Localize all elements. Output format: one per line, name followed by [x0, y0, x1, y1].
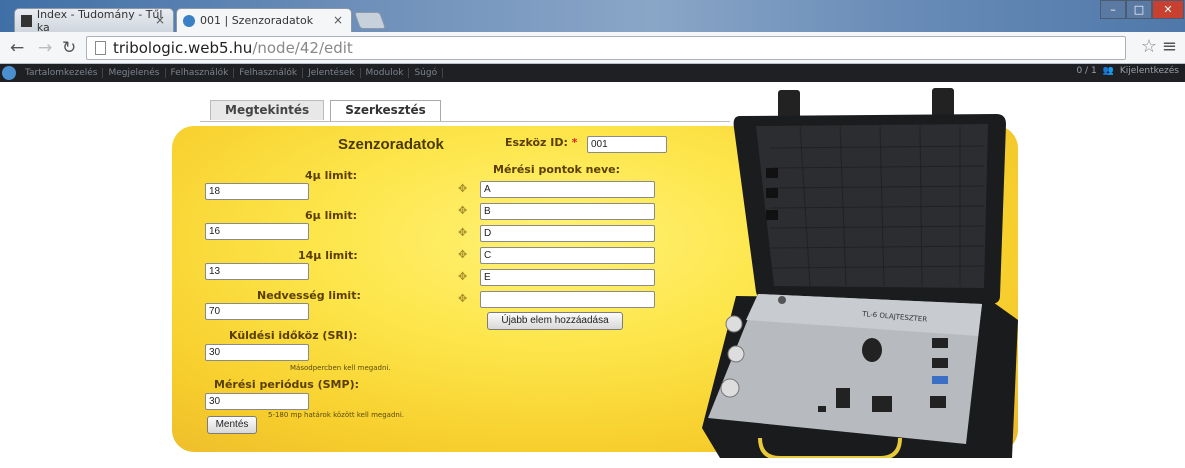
logout-link[interactable]: Kijelentkezés	[1120, 66, 1179, 76]
port	[932, 358, 948, 368]
smp-label: Mérési periódus (SMP):	[214, 378, 359, 391]
admin-menu-item[interactable]: Felhasználók	[234, 68, 304, 78]
limit-4-input[interactable]: 18	[205, 183, 309, 200]
drupal-home-icon[interactable]	[2, 66, 16, 80]
url-path: /node/42/edit	[252, 39, 353, 57]
back-arrow-icon[interactable]: ←	[10, 38, 24, 58]
admin-menu-item[interactable]: Felhasználók	[166, 68, 235, 78]
address-bar[interactable]: tribologic.web5.hu/node/42/edit	[86, 36, 1126, 60]
measure-points-label: Mérési pontok neve:	[493, 163, 620, 176]
sri-label: Küldési időköz (SRI):	[229, 329, 358, 342]
humidity-limit-input[interactable]: 70	[205, 303, 309, 320]
form-title: Szenzoradatok	[338, 136, 444, 153]
minimize-button[interactable]: –	[1100, 0, 1126, 19]
connector	[727, 345, 745, 363]
maximize-button[interactable]: □	[1126, 0, 1152, 19]
sri-input[interactable]: 30	[205, 344, 309, 361]
browser-titlebar: Index - Tudomány - Tűl ka × 001 | Szenzo…	[0, 0, 1185, 34]
admin-menu-item[interactable]: Tartalomkezelés	[20, 68, 104, 78]
required-mark: *	[571, 136, 578, 149]
tab-edit[interactable]: Szerkesztés	[330, 100, 441, 122]
lid-slot	[766, 168, 778, 178]
drag-handle-icon[interactable]: ✥	[458, 182, 467, 195]
admin-toolbar: Tartalomkezelés Megjelenés Felhasználók …	[0, 64, 1185, 82]
close-icon[interactable]: ×	[333, 13, 343, 27]
smp-input[interactable]: 30	[205, 393, 309, 410]
forward-arrow-icon[interactable]: →	[38, 38, 52, 58]
drag-handle-icon[interactable]: ✥	[458, 248, 467, 261]
tab-title: 001 | Szenzoradatok	[200, 14, 314, 27]
limit-6-label: 6µ limit:	[305, 209, 358, 222]
bookmark-star-icon[interactable]: ☆	[1141, 36, 1157, 57]
device-id-input[interactable]: 001	[587, 136, 667, 153]
tab-divider	[200, 121, 730, 122]
admin-menu-item[interactable]: Modulok	[361, 68, 410, 78]
limit-6-input[interactable]: 16	[205, 223, 309, 240]
url-host: tribologic.web5.hu	[113, 39, 253, 57]
power-switch	[836, 388, 850, 408]
measure-point-input[interactable]: D	[480, 225, 655, 242]
page-icon	[95, 41, 106, 55]
indicator	[818, 406, 826, 412]
drupal-favicon-icon	[183, 14, 195, 27]
measure-point-input[interactable]: C	[480, 247, 655, 264]
reload-icon[interactable]: ↻	[62, 38, 76, 58]
lid-slot	[766, 210, 778, 220]
usb-port	[932, 376, 948, 384]
port	[930, 396, 946, 408]
switch	[872, 396, 892, 412]
admin-menu-item[interactable]: Megjelenés	[103, 68, 166, 78]
panel-display	[862, 338, 882, 362]
menu-icon[interactable]: ≡	[1162, 36, 1177, 57]
humidity-limit-label: Nedvesség limit:	[257, 289, 361, 302]
index-favicon-icon	[21, 14, 32, 27]
add-item-button[interactable]: Újabb elem hozzáadása	[487, 312, 623, 330]
connector	[720, 378, 740, 398]
browser-toolbar: ← → ↻ tribologic.web5.hu/node/42/edit ☆ …	[0, 32, 1185, 64]
limit-14-input[interactable]: 13	[205, 263, 309, 280]
brand-logo	[778, 296, 786, 304]
measure-point-input[interactable]: A	[480, 181, 655, 198]
close-icon[interactable]: ×	[155, 13, 165, 27]
admin-menu-item[interactable]: Jelentések	[303, 68, 361, 78]
save-button[interactable]: Mentés	[207, 416, 257, 434]
case-latch	[778, 90, 800, 120]
device-case-image: TL-6 OLAJTESZTER	[702, 88, 1018, 458]
port	[932, 338, 948, 348]
browser-tab-index[interactable]: Index - Tudomány - Tűl ka ×	[14, 7, 174, 34]
measure-point-input[interactable]	[480, 291, 655, 308]
connector	[725, 315, 743, 333]
drag-handle-icon[interactable]: ✥	[458, 292, 467, 305]
measure-point-input[interactable]: B	[480, 203, 655, 220]
browser-tab-szenzoradatok[interactable]: 001 | Szenzoradatok ×	[176, 8, 352, 32]
lid-slot	[766, 188, 778, 198]
limit-14-label: 14µ limit:	[298, 249, 358, 262]
admin-menu-item[interactable]: Súgó	[409, 68, 444, 78]
limit-4-label: 4µ limit:	[305, 169, 358, 182]
sri-description: Másodpercben kell megadni.	[290, 364, 391, 372]
close-window-button[interactable]: ✕	[1152, 0, 1184, 19]
drag-handle-icon[interactable]: ✥	[458, 270, 467, 283]
drag-handle-icon[interactable]: ✥	[458, 226, 467, 239]
measure-point-input[interactable]: E	[480, 269, 655, 286]
users-icon: 👥	[1102, 66, 1114, 76]
tab-view[interactable]: Megtekintés	[210, 100, 325, 120]
smp-description: 5-180 mp határok között kell megadni.	[268, 411, 404, 419]
tab-title: Index - Tudomány - Tűl ka	[36, 7, 163, 34]
device-id-label: Eszköz ID: *	[505, 136, 578, 149]
new-tab-button[interactable]	[353, 12, 387, 29]
drag-handle-icon[interactable]: ✥	[458, 204, 467, 217]
user-counter: 0 / 1	[1076, 66, 1097, 76]
page-tabs: Megtekintés Szerkesztés	[210, 100, 441, 122]
